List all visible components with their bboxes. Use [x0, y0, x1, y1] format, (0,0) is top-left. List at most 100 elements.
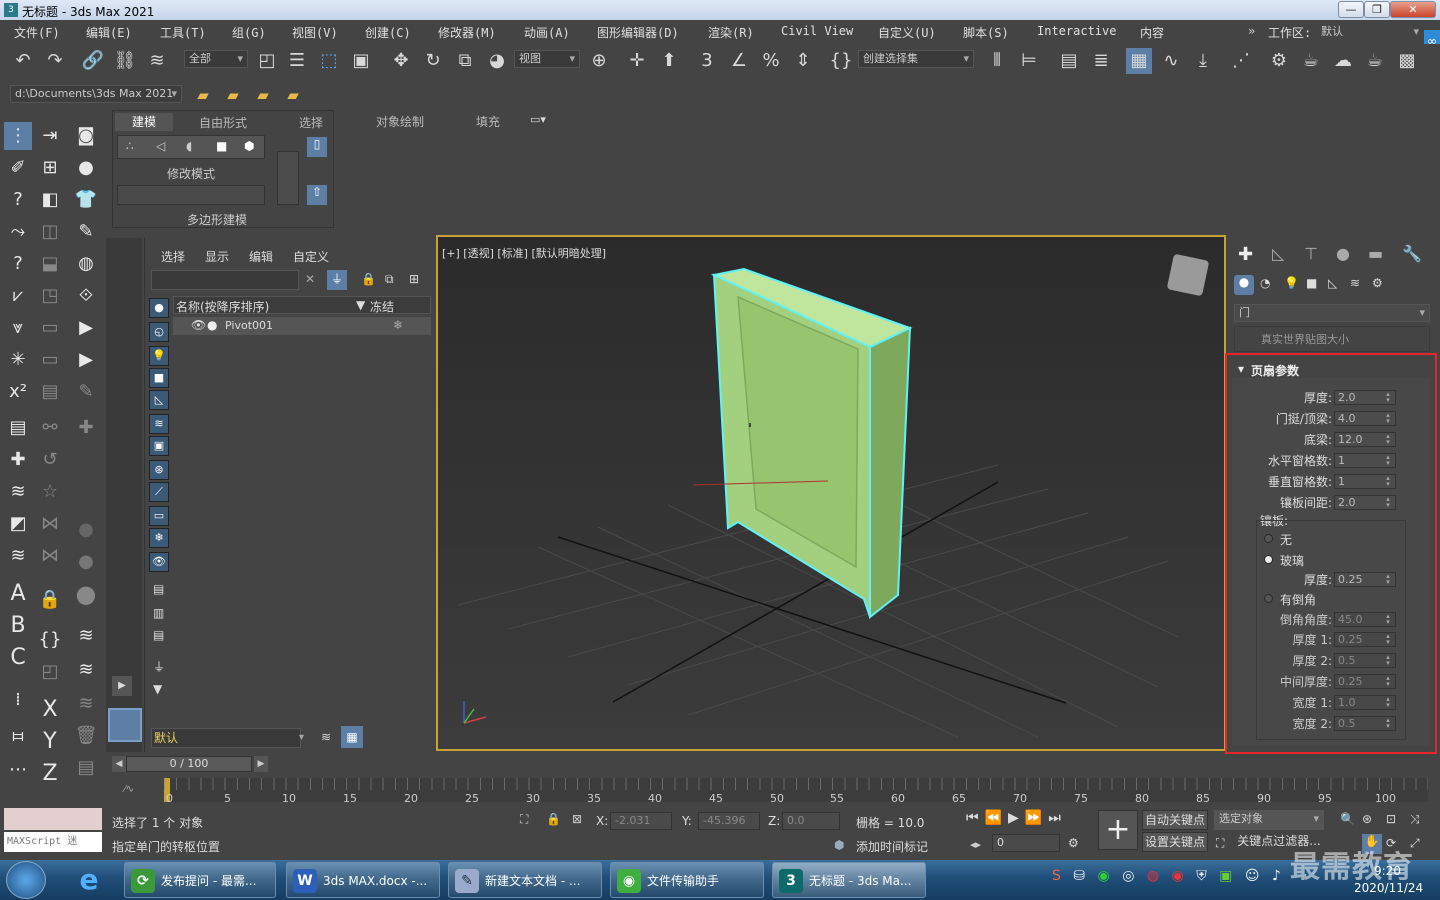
lock-icon[interactable]: 🔒 [36, 586, 64, 614]
polygon-icon[interactable]: ■ [216, 139, 227, 153]
side-tools[interactable] [277, 151, 299, 205]
goto-start-icon[interactable]: ⏮ [966, 810, 985, 826]
menu-file[interactable]: 文件(F) [14, 24, 60, 41]
menu-animation[interactable]: 动画(A) [524, 24, 570, 41]
filter-spacewarps-icon[interactable]: ≋ [149, 414, 169, 434]
param-stile-input[interactable]: 4.0 [1334, 411, 1396, 426]
motion-tab-icon[interactable]: ● [1336, 244, 1350, 263]
extrude-tool-icon[interactable]: ⟐ [72, 282, 100, 310]
filter-geometry-icon[interactable]: ● [149, 298, 169, 318]
key-target-dropdown[interactable]: 选定对象 [1214, 810, 1324, 830]
cameras-icon[interactable]: ■ [1306, 276, 1317, 290]
keyboard-shortcut-icon[interactable]: ⬆ [656, 48, 682, 74]
filter-funnel-icon[interactable]: ▼ [153, 682, 162, 696]
star2-tool-icon[interactable]: ☆ [36, 478, 64, 506]
ribbon-tab-modeling[interactable]: 建模 [115, 113, 173, 131]
project-folder-icon[interactable]: ▰ [190, 82, 216, 108]
viewport-layout-icon[interactable] [108, 708, 142, 742]
shield-icon[interactable]: ⛨ [1196, 868, 1211, 884]
sphere-tool-icon[interactable]: ◍ [72, 250, 100, 278]
bevel-angle-input[interactable]: 45.0 [1334, 612, 1396, 627]
rollout-title[interactable]: 页扇参数 [1251, 362, 1299, 379]
hierarchy-tab-icon[interactable]: ⊤ [1304, 244, 1318, 263]
radio-none[interactable] [1264, 534, 1273, 543]
material-editor-icon[interactable]: ⚙ [1266, 48, 1292, 74]
task-item-3[interactable]: ✎ 新建文本文档 - ... [448, 862, 602, 898]
menu-interactive[interactable]: Interactive [1037, 24, 1116, 38]
filter-containers-icon[interactable]: ▭ [149, 506, 169, 526]
text-c-icon[interactable]: C [4, 644, 32, 672]
lights-icon[interactable]: 💡 [1284, 276, 1299, 290]
task-item-5[interactable]: 3 无标题 - 3ds Ma... [772, 862, 926, 898]
filter-xrefs-icon[interactable]: ⊛ [149, 460, 169, 480]
named-selection-dropdown[interactable]: 创建选择集 [858, 50, 974, 68]
select-manipulate-icon[interactable]: ✛ [624, 48, 650, 74]
mirror-icon[interactable]: ⫴ [984, 48, 1010, 74]
layers-tool-icon[interactable]: ≋ [4, 478, 32, 506]
task-item-4[interactable]: ◉ 文件传输助手 [610, 862, 764, 898]
frame-tool-icon[interactable]: ◳ [36, 282, 64, 310]
stack5-icon[interactable]: ≋ [72, 690, 100, 718]
filter-icon[interactable]: ⏚ [327, 270, 347, 290]
modify-tool-icon[interactable]: ◙ [72, 122, 100, 150]
vertex-icon[interactable]: ∴ [126, 139, 134, 153]
layer-explorer-icon[interactable]: ≣ [1088, 48, 1114, 74]
shape2-icon[interactable]: ◰ [36, 658, 64, 686]
helpers-icon[interactable]: ◺ [1328, 276, 1337, 290]
ribbon-icon-1[interactable]: ▯ [307, 137, 327, 157]
play-tool-icon[interactable]: ▶ [72, 314, 100, 342]
reference-coord-dropdown[interactable]: 视图 [514, 50, 580, 68]
layer-dropdown-arrow-icon[interactable]: ▾ [299, 732, 304, 743]
qq-icon[interactable]: ◎ [1122, 868, 1138, 884]
key-filter-icon[interactable]: ⛶ [1216, 836, 1224, 851]
doc-icon[interactable]: ▤ [72, 754, 100, 782]
maxscript-input[interactable]: MAXScript 迷 [4, 832, 102, 852]
start-button-icon[interactable] [6, 861, 46, 899]
object-category-dropdown[interactable]: 门 [1234, 304, 1430, 322]
filter-helpers-icon[interactable]: ◺ [149, 390, 169, 410]
next-frame-icon[interactable]: ▶ [254, 756, 268, 772]
workspace-dropdown[interactable]: 默认 [1316, 23, 1424, 41]
security-icon[interactable]: ◉ [1172, 868, 1188, 884]
col-freeze[interactable]: 冻结 [370, 298, 394, 315]
utilities-tab-icon[interactable]: 🔧 [1402, 244, 1422, 263]
param-horiz-panes-input[interactable]: 1 [1334, 453, 1396, 468]
menu-edit[interactable]: 编辑(E) [86, 24, 132, 41]
table-row[interactable]: 👁 ● Pivot001 ❄ [173, 317, 431, 335]
time-tag-icon[interactable]: ⬢ [834, 838, 844, 852]
menu-modifiers[interactable]: 修改器(M) [438, 24, 496, 41]
layer-manager-icon[interactable]: ≋ [321, 730, 331, 744]
maxscript-listener[interactable] [4, 808, 102, 830]
link-icon[interactable]: 🔗 [80, 48, 106, 74]
border-icon[interactable]: ◖ [186, 139, 192, 153]
ribbon-tab-populate[interactable]: 填充 [476, 113, 500, 130]
filter-lights-icon[interactable]: 💡 [149, 346, 169, 366]
named-selection-icon[interactable]: {} [828, 48, 854, 74]
rollout-toggle-icon[interactable]: ▾ [1238, 362, 1244, 376]
volume-icon[interactable]: ♪ [1272, 868, 1285, 884]
menu-create[interactable]: 创建(C) [365, 24, 411, 41]
prev-frame-icon[interactable]: ◀ [112, 756, 126, 772]
redo-icon[interactable]: ↷ [42, 48, 68, 74]
viewcube-icon[interactable] [1167, 254, 1210, 297]
param-bottom-rail-input[interactable]: 12.0 [1334, 432, 1396, 447]
polygon-tool-icon[interactable]: ⩔ [4, 314, 32, 342]
ruler-icon[interactable]: ⧦ [4, 722, 32, 750]
absolute-mode-icon[interactable]: ⊠ [572, 812, 582, 826]
brush2-tool-icon[interactable]: ✎ [72, 378, 100, 406]
select-tool-icon[interactable]: ⋮ [4, 122, 32, 150]
filter-bones-icon[interactable]: ⟋ [149, 482, 169, 502]
project-settings-icon[interactable]: ▰ [280, 82, 306, 108]
box-tool-icon[interactable]: ▭ [36, 314, 64, 342]
align-icon[interactable]: ⊨ [1016, 48, 1042, 74]
stack3-icon[interactable]: ≋ [72, 622, 100, 650]
y-axis-icon[interactable]: Y [36, 728, 64, 756]
filter-frozen-icon[interactable]: ❄ [149, 528, 169, 548]
menu-customize[interactable]: 自定义(U) [878, 24, 936, 41]
shape-tool-icon[interactable]: ● [72, 154, 100, 182]
rect-selection-icon[interactable]: ⬚ [316, 48, 342, 74]
ribbon-options-icon[interactable]: ▭▾ [530, 113, 546, 126]
node-tool-icon[interactable]: ⚯ [36, 414, 64, 442]
real-world-map-label[interactable]: 真实世界贴图大小 [1261, 331, 1349, 347]
set-key-button[interactable]: 设置关键点 [1142, 832, 1208, 852]
